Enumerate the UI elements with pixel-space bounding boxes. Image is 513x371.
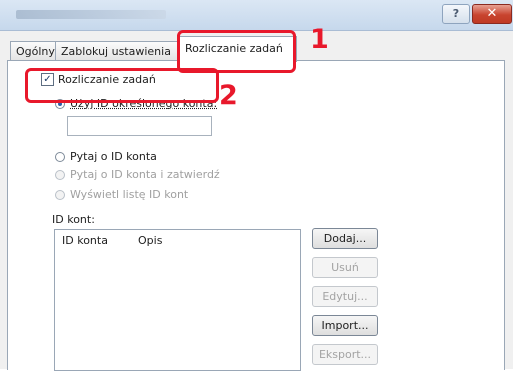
radio-button-disabled: [55, 189, 65, 200]
account-ids-label: ID kont:: [52, 213, 95, 226]
remove-button[interactable]: Usuń: [312, 257, 378, 278]
column-header-description[interactable]: Opis: [138, 234, 162, 247]
column-header-account-id[interactable]: ID konta: [62, 234, 108, 247]
window-title-blurred: [16, 10, 166, 19]
radio-button-disabled: [55, 169, 65, 180]
radio-prompt-id[interactable]: Pytaj o ID konta: [55, 150, 157, 163]
add-button[interactable]: Dodaj...: [312, 228, 378, 249]
radio-show-list-label: Wyświetl listę ID kont: [70, 188, 189, 201]
radio-prompt-validate: Pytaj o ID konta i zatwierdź: [55, 168, 220, 181]
close-button[interactable]: ✕: [472, 4, 512, 24]
radio-show-list: Wyświetl listę ID kont: [55, 188, 188, 201]
title-bar: ? ✕: [0, 0, 513, 31]
help-button[interactable]: ?: [442, 4, 470, 24]
callout-number-1: 1: [310, 24, 329, 55]
radio-button[interactable]: [55, 151, 65, 162]
tab-lock-settings[interactable]: Zablokuj ustawienia: [55, 41, 184, 61]
import-button[interactable]: Import...: [312, 315, 378, 336]
export-button[interactable]: Eksport...: [312, 344, 378, 365]
callout-box-1: [177, 30, 296, 73]
account-id-input[interactable]: [67, 116, 212, 136]
radio-prompt-id-label: Pytaj o ID konta: [70, 150, 157, 163]
account-id-list[interactable]: ID konta Opis: [54, 229, 301, 371]
callout-box-2: [25, 68, 219, 103]
radio-prompt-validate-label: Pytaj o ID konta i zatwierdź: [70, 168, 220, 181]
callout-number-2: 2: [219, 80, 238, 111]
edit-button[interactable]: Edytuj...: [312, 286, 378, 307]
